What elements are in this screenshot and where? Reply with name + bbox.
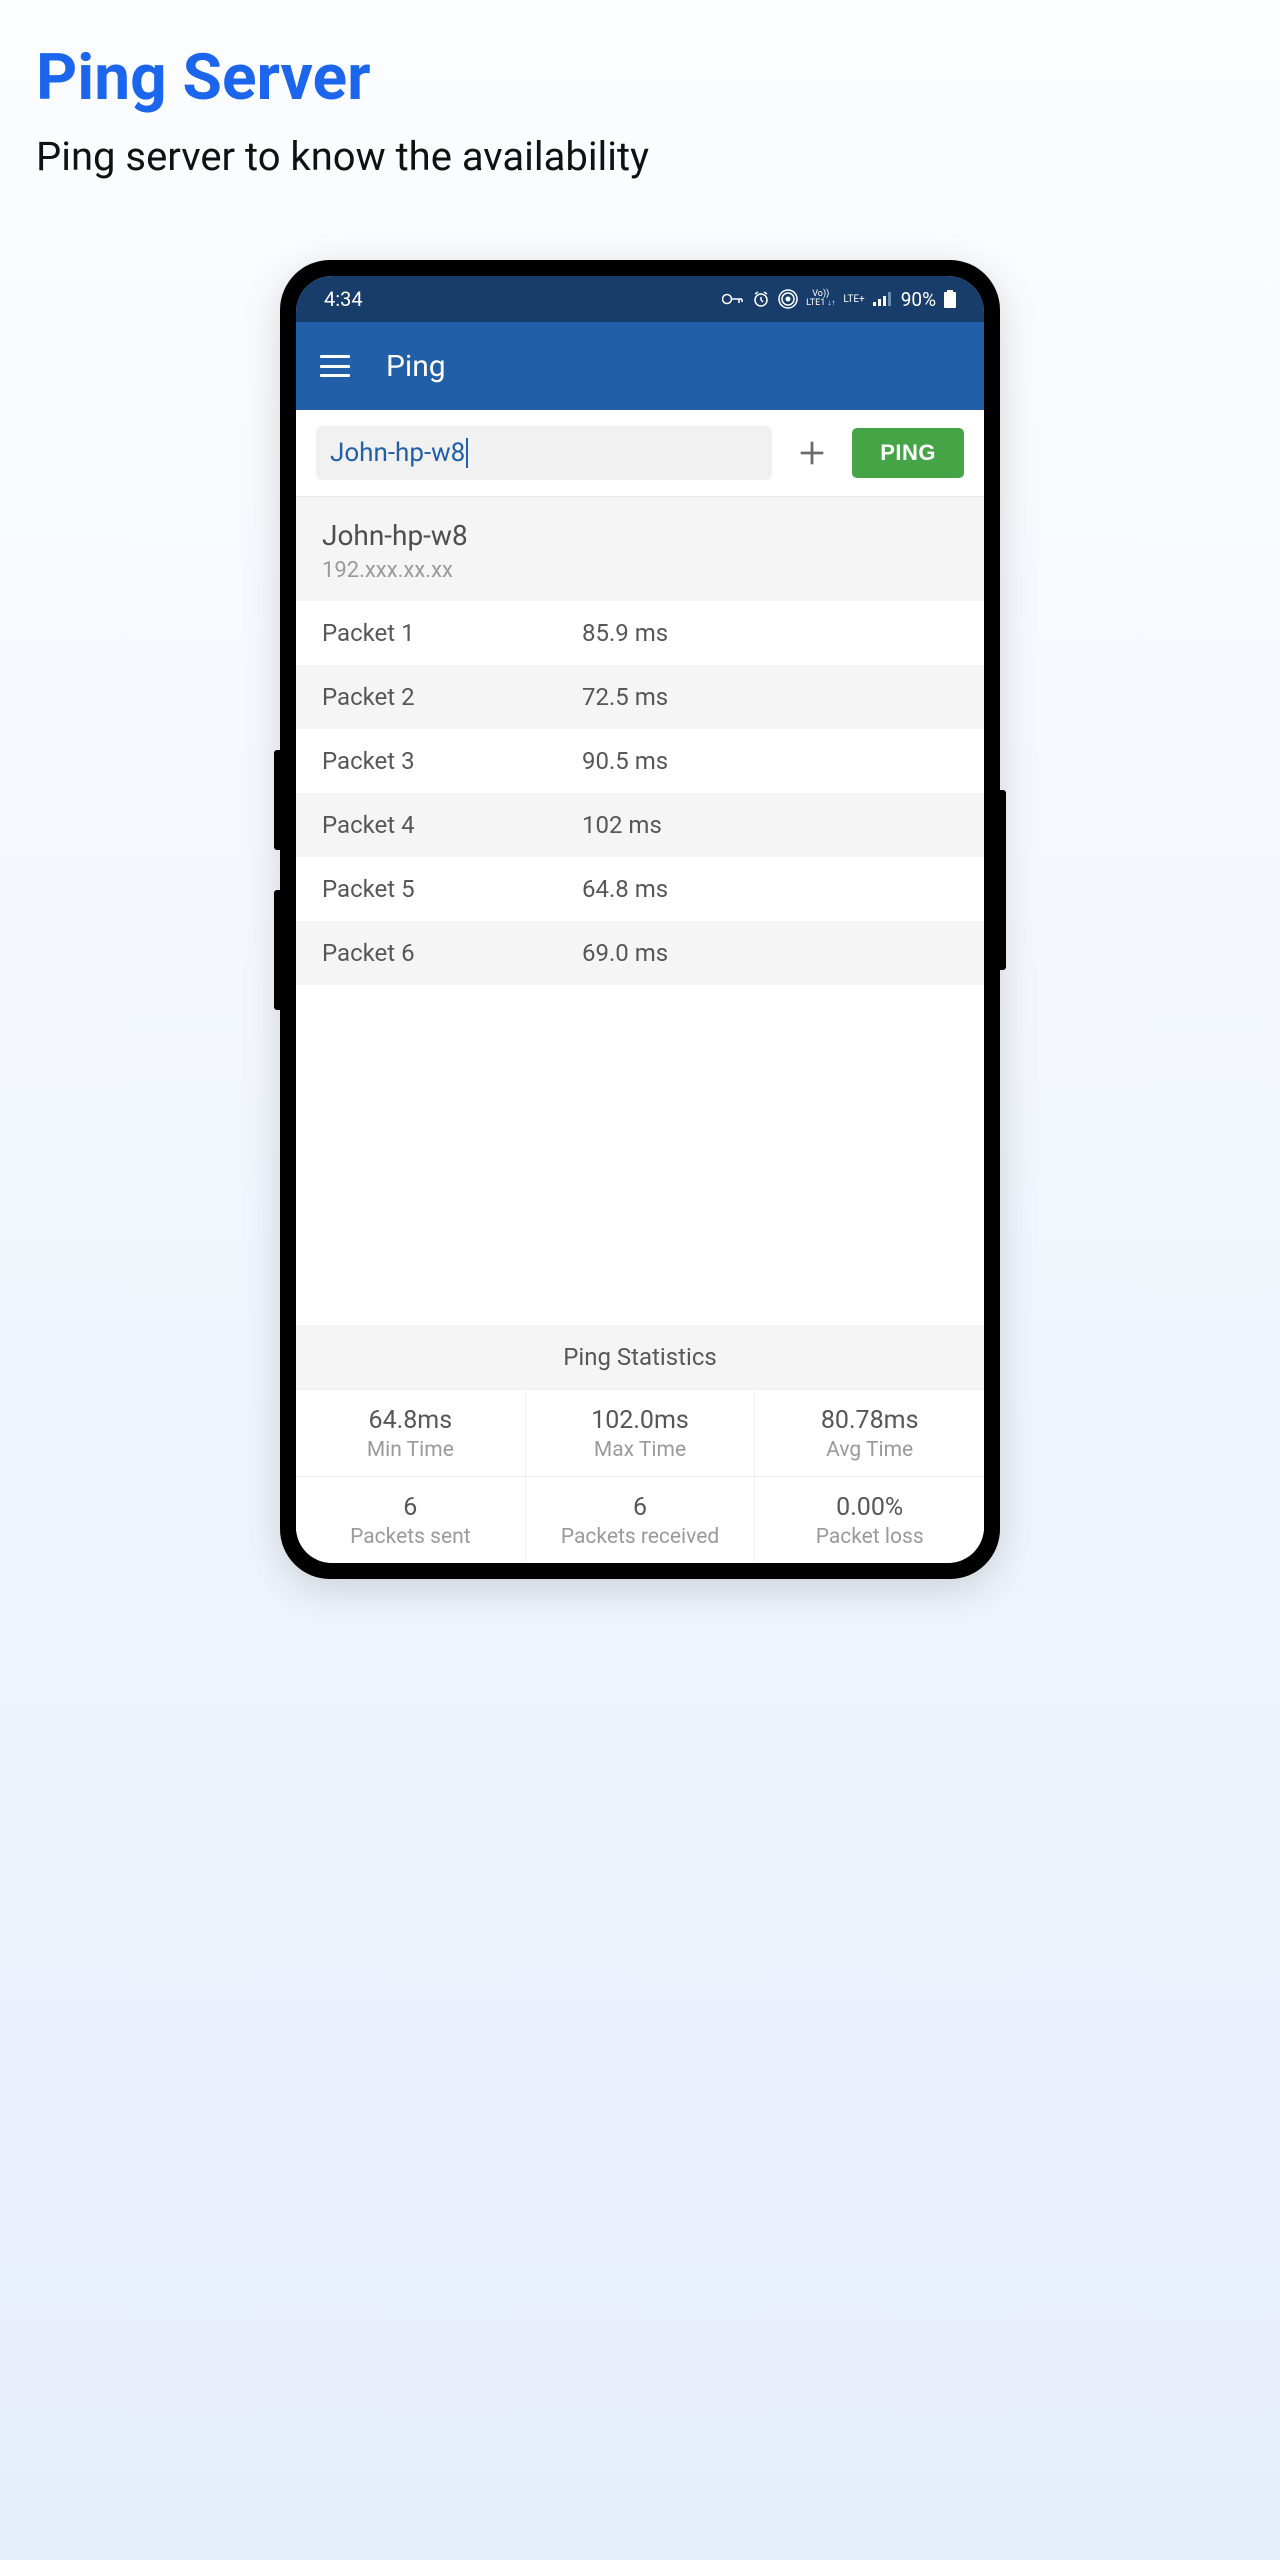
stat-value: 80.78ms [759, 1406, 980, 1435]
packet-list: Packet 1 85.9 ms Packet 2 72.5 ms Packet… [296, 601, 984, 985]
target-ip: 192.xxx.xx.xx [322, 558, 958, 583]
status-time: 4:34 [324, 287, 363, 311]
app-bar-title: Ping [386, 349, 446, 384]
alarm-icon [752, 290, 770, 308]
page-subtitle: Ping server to know the availability [36, 133, 1244, 180]
target-name: John-hp-w8 [322, 519, 958, 552]
phone-frame: 4:34 Vo)) LTE1↓↑ LTE+ [280, 260, 1000, 1579]
stat-avg-time: 80.78ms Avg Time [755, 1390, 984, 1476]
packet-row: Packet 3 90.5 ms [296, 729, 984, 793]
stat-packets-received: 6 Packets received [526, 1477, 756, 1563]
stats-row: 64.8ms Min Time 102.0ms Max Time 80.78ms… [296, 1389, 984, 1476]
battery-icon [944, 290, 956, 308]
stat-value: 102.0ms [530, 1406, 751, 1435]
stat-label: Min Time [300, 1438, 521, 1462]
stats-header: Ping Statistics [296, 1325, 984, 1389]
stat-label: Packets sent [300, 1525, 521, 1549]
stat-label: Avg Time [759, 1438, 980, 1462]
host-input[interactable]: John-hp-w8 [316, 426, 772, 480]
stat-packets-sent: 6 Packets sent [296, 1477, 526, 1563]
stats-row: 6 Packets sent 6 Packets received 0.00% … [296, 1476, 984, 1563]
target-section: John-hp-w8 192.xxx.xx.xx [296, 497, 984, 601]
phone-side-button [274, 890, 280, 1010]
stat-value: 0.00% [759, 1493, 980, 1522]
menu-icon[interactable] [320, 355, 350, 377]
add-button[interactable] [792, 433, 832, 473]
packet-value: 90.5 ms [582, 747, 958, 775]
stat-value: 6 [300, 1493, 521, 1522]
lte1-label: LTE1 [806, 299, 825, 308]
packet-value: 69.0 ms [582, 939, 958, 967]
stat-label: Packet loss [759, 1525, 980, 1549]
packet-row: Packet 4 102 ms [296, 793, 984, 857]
stat-label: Packets received [530, 1525, 751, 1549]
hotspot-icon [778, 289, 798, 309]
packet-row: Packet 1 85.9 ms [296, 601, 984, 665]
stat-min-time: 64.8ms Min Time [296, 1390, 526, 1476]
packet-row: Packet 2 72.5 ms [296, 665, 984, 729]
page-header: Ping Server Ping server to know the avai… [0, 0, 1280, 200]
stat-packet-loss: 0.00% Packet loss [755, 1477, 984, 1563]
phone-wrapper: 4:34 Vo)) LTE1↓↑ LTE+ [0, 260, 1280, 1579]
packet-label: Packet 4 [322, 811, 582, 839]
key-icon [722, 292, 744, 306]
packet-value: 85.9 ms [582, 619, 958, 647]
packet-value: 102 ms [582, 811, 958, 839]
phone-side-button [274, 750, 280, 850]
stat-max-time: 102.0ms Max Time [526, 1390, 756, 1476]
page-title: Ping Server [36, 40, 1244, 115]
battery-percent: 90% [901, 288, 936, 311]
spacer [296, 985, 984, 1325]
lte-label: LTE+ [843, 294, 864, 305]
phone-screen: 4:34 Vo)) LTE1↓↑ LTE+ [296, 276, 984, 1563]
stat-value: 6 [530, 1493, 751, 1522]
signal-icon [873, 292, 891, 306]
phone-side-button [1000, 790, 1006, 970]
packet-label: Packet 1 [322, 619, 582, 647]
stat-value: 64.8ms [300, 1406, 521, 1435]
packet-value: 72.5 ms [582, 683, 958, 711]
status-bar: 4:34 Vo)) LTE1↓↑ LTE+ [296, 276, 984, 322]
volte-icon: Vo)) LTE1↓↑ [806, 290, 835, 308]
app-bar: Ping [296, 322, 984, 410]
packet-label: Packet 3 [322, 747, 582, 775]
ping-button[interactable]: PING [852, 428, 964, 478]
packet-label: Packet 6 [322, 939, 582, 967]
input-bar: John-hp-w8 PING [296, 410, 984, 497]
packet-label: Packet 5 [322, 875, 582, 903]
packet-row: Packet 6 69.0 ms [296, 921, 984, 985]
stat-label: Max Time [530, 1438, 751, 1462]
packet-value: 64.8 ms [582, 875, 958, 903]
packet-row: Packet 5 64.8 ms [296, 857, 984, 921]
packet-label: Packet 2 [322, 683, 582, 711]
host-input-value: John-hp-w8 [330, 438, 468, 468]
status-icons: Vo)) LTE1↓↑ LTE+ 90% [722, 288, 956, 311]
